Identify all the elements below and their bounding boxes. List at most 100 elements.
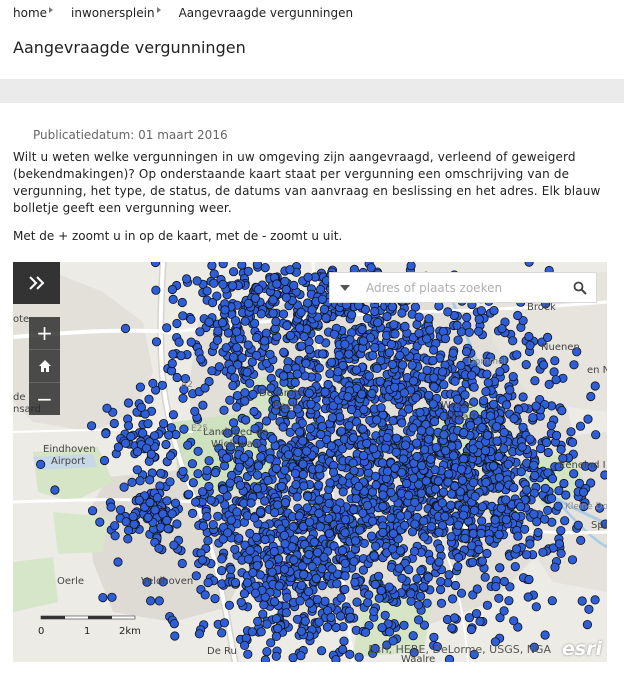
permit-marker[interactable] [177,297,187,308]
permit-marker[interactable] [265,454,275,464]
permit-marker[interactable] [208,519,218,530]
permit-marker[interactable] [448,348,458,358]
permit-marker[interactable] [138,428,148,438]
permit-marker[interactable] [98,592,108,603]
permit-marker[interactable] [466,624,476,635]
permit-marker[interactable] [440,512,450,522]
permit-marker[interactable] [269,597,280,607]
permit-marker[interactable] [424,434,434,444]
permit-marker[interactable] [351,365,362,375]
permit-marker[interactable] [362,501,373,511]
permit-marker[interactable] [191,497,201,507]
permit-marker[interactable] [357,389,367,399]
permit-marker[interactable] [307,561,317,572]
permit-marker[interactable] [127,477,137,487]
permit-marker[interactable] [168,294,178,305]
permit-marker[interactable] [255,507,266,517]
permit-marker[interactable] [252,262,262,269]
permit-marker[interactable] [294,427,305,437]
permit-marker[interactable] [456,360,466,371]
permit-marker[interactable] [531,401,541,411]
permit-marker[interactable] [256,627,266,637]
permit-marker[interactable] [489,305,499,316]
permit-marker[interactable] [471,608,482,619]
permit-marker[interactable] [554,539,565,549]
permit-marker[interactable] [245,378,255,388]
permit-marker[interactable] [492,422,502,432]
permit-marker[interactable] [529,509,539,519]
permit-marker[interactable] [339,636,349,646]
permit-marker[interactable] [101,429,111,439]
permit-marker[interactable] [419,445,430,455]
permit-marker[interactable] [298,436,308,446]
permit-marker[interactable] [304,549,314,560]
permit-marker[interactable] [446,532,456,542]
permit-marker[interactable] [278,422,288,432]
permit-marker[interactable] [298,469,308,480]
permit-marker[interactable] [470,491,480,501]
permit-marker[interactable] [505,385,515,395]
permit-marker[interactable] [283,450,294,460]
permit-marker[interactable] [252,470,263,480]
permit-marker[interactable] [313,480,324,490]
permit-marker[interactable] [222,453,232,463]
permit-marker[interactable] [262,619,272,629]
permit-marker[interactable] [179,424,189,434]
permit-marker[interactable] [296,626,307,636]
permit-marker[interactable] [495,367,505,377]
permit-marker[interactable] [148,378,158,389]
permit-marker[interactable] [304,598,315,608]
permit-marker[interactable] [144,394,154,404]
permit-marker[interactable] [395,546,405,556]
permit-marker[interactable] [349,466,359,476]
permit-marker[interactable] [309,537,319,547]
permit-marker[interactable] [378,490,388,500]
permit-marker[interactable] [250,588,261,598]
permit-marker[interactable] [296,651,306,661]
permit-marker[interactable] [207,297,218,308]
permit-marker[interactable] [415,591,426,601]
permit-marker[interactable] [256,309,266,319]
permit-marker[interactable] [412,574,422,584]
permit-marker[interactable] [319,304,330,314]
permit-marker[interactable] [281,608,291,618]
permit-marker[interactable] [243,649,253,659]
permit-marker[interactable] [268,295,278,305]
permit-marker[interactable] [364,590,374,600]
permit-marker[interactable] [380,443,390,453]
permit-marker[interactable] [95,517,105,527]
permit-marker[interactable] [263,475,273,485]
permit-marker[interactable] [209,269,219,279]
permit-marker[interactable] [431,443,441,453]
permit-marker[interactable] [591,430,601,440]
permit-marker[interactable] [281,292,291,303]
permit-marker[interactable] [567,555,578,565]
permit-marker[interactable] [448,451,459,461]
permit-marker[interactable] [290,377,300,388]
permit-marker[interactable] [50,485,60,495]
permit-marker[interactable] [437,498,447,508]
permit-marker[interactable] [560,516,570,526]
permit-marker[interactable] [477,556,487,566]
permit-marker[interactable] [404,564,414,575]
permit-marker[interactable] [305,423,315,433]
permit-marker[interactable] [369,551,379,561]
permit-marker[interactable] [377,458,388,468]
permit-marker[interactable] [203,536,213,546]
permit-marker[interactable] [159,419,169,429]
permit-marker[interactable] [542,332,553,343]
permit-marker[interactable] [533,527,543,538]
permit-marker[interactable] [429,382,439,392]
permit-marker[interactable] [157,380,167,390]
permit-marker[interactable] [476,306,486,316]
permit-marker[interactable] [524,331,534,342]
permit-marker[interactable] [106,502,116,512]
permit-marker[interactable] [569,360,579,370]
permit-marker[interactable] [477,516,487,526]
permit-marker[interactable] [256,452,266,462]
permit-marker[interactable] [253,285,264,295]
permit-marker[interactable] [146,449,156,459]
permit-marker[interactable] [468,444,478,454]
permit-marker[interactable] [274,581,284,591]
permit-marker[interactable] [146,596,156,606]
